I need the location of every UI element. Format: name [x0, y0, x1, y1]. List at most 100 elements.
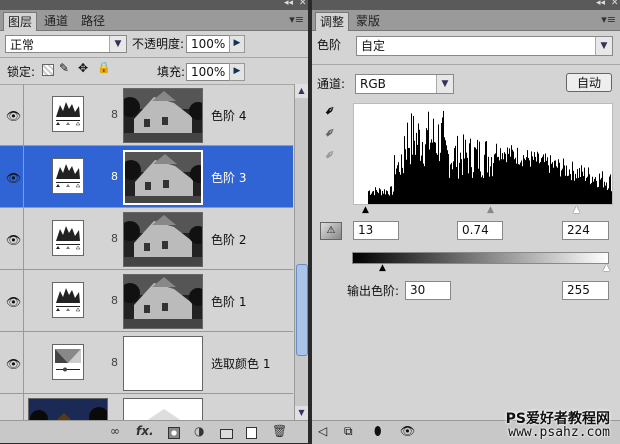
input-white-field[interactable]: 224: [562, 221, 609, 240]
chain-link-icon[interactable]: 8: [111, 356, 118, 369]
fill-slider-button[interactable]: ▶: [229, 63, 245, 81]
layers-tabs: 图层 通道 路径 ▾≡: [0, 10, 308, 31]
folder-icon[interactable]: [220, 429, 233, 439]
opacity-label: 不透明度:: [132, 37, 185, 51]
channel-select[interactable]: RGB ▼: [355, 74, 454, 94]
input-white-slider-icon[interactable]: ▲: [573, 205, 580, 215]
panel-menu-icon[interactable]: ▾≡: [289, 13, 304, 26]
levels-adjustment-icon: [52, 282, 84, 318]
layer-row[interactable]: 👁 8 选取颜色 1: [0, 332, 293, 394]
fx-icon[interactable]: fx.: [136, 424, 154, 438]
close-icon[interactable]: ✕: [299, 0, 307, 8]
lock-position-icon[interactable]: ✥: [78, 61, 88, 75]
selective-color-icon: [52, 344, 84, 380]
layer-name: 色阶 1: [211, 295, 247, 309]
back-arrow-icon[interactable]: ◁: [318, 424, 327, 438]
layer-name: 色阶 4: [211, 109, 247, 123]
opacity-field[interactable]: 100%: [186, 35, 230, 53]
tab-paths[interactable]: 路径: [77, 12, 109, 30]
tab-channels[interactable]: 通道: [40, 12, 72, 30]
eye-icon[interactable]: 👁: [6, 295, 21, 309]
new-layer-icon[interactable]: [246, 427, 257, 439]
input-gamma-slider-icon[interactable]: ▲: [487, 205, 494, 215]
visibility-toggle[interactable]: 👁: [0, 208, 24, 269]
levels-adjustment-icon: [52, 220, 84, 256]
layer-row[interactable]: 👁 8 色阶 3: [0, 146, 293, 208]
tab-masks[interactable]: 蒙版: [352, 12, 384, 30]
visibility-toggle[interactable]: 👁: [0, 270, 24, 331]
preset-select[interactable]: 自定 ▼: [356, 36, 613, 56]
adjustment-title: 色阶: [317, 38, 342, 52]
trash-icon[interactable]: 🗑: [272, 424, 287, 438]
adjustments-tabs: 调整 蒙版 ▾≡: [312, 10, 620, 31]
clip-to-layer-icon[interactable]: ⧉: [344, 424, 353, 439]
scroll-thumb[interactable]: [296, 264, 308, 356]
toggle-visibility-icon[interactable]: ⬮: [374, 424, 382, 439]
watermark-url: www.psahz.com: [508, 425, 610, 440]
clipping-warning-icon[interactable]: ⚠: [320, 222, 342, 240]
eye-icon[interactable]: 👁: [400, 424, 415, 438]
chain-link-icon[interactable]: 8: [111, 232, 118, 245]
input-black-field[interactable]: 13: [353, 221, 399, 240]
layer-row[interactable]: 👁 8 色阶 1: [0, 270, 293, 332]
layer-row[interactable]: 👁 8 色阶 4: [0, 84, 293, 146]
output-gradient-bar: [352, 252, 609, 264]
layers-scrollbar[interactable]: ▲ ▼: [294, 84, 308, 420]
chevron-down-icon: ▼: [436, 75, 453, 93]
layer-name: 色阶 2: [211, 233, 247, 247]
collapse-icon[interactable]: ◂◂: [596, 0, 605, 8]
chain-link-icon[interactable]: 8: [111, 108, 118, 121]
fill-label: 填充:: [157, 65, 186, 79]
tab-adjustments[interactable]: 调整: [315, 12, 350, 31]
visibility-toggle[interactable]: 👁: [0, 332, 24, 393]
lock-transparency-icon[interactable]: [42, 64, 54, 76]
auto-button[interactable]: 自动: [566, 73, 612, 92]
divider: [0, 57, 308, 58]
layers-bottom-bar: ∞ fx. ◑ 🗑: [0, 420, 308, 443]
blend-mode-value: 正常: [10, 38, 35, 52]
layer-mask-thumbnail: [123, 274, 203, 329]
close-icon[interactable]: ✕: [611, 0, 619, 8]
blend-mode-select[interactable]: 正常 ▼: [5, 35, 127, 53]
output-white-slider-icon[interactable]: ▲: [603, 263, 610, 273]
histogram: [353, 103, 613, 205]
white-mask-thumbnail: [123, 336, 203, 391]
opacity-slider-button[interactable]: ▶: [229, 35, 245, 53]
eye-icon[interactable]: 👁: [6, 233, 21, 247]
eye-icon[interactable]: 👁: [6, 357, 21, 371]
visibility-toggle[interactable]: 👁: [0, 146, 24, 207]
layer-mask-thumbnail: [123, 150, 203, 205]
layer-row[interactable]: 👁 8 色阶 2: [0, 208, 293, 270]
chain-link-icon[interactable]: 8: [111, 294, 118, 307]
lock-all-icon[interactable]: 🔒: [97, 61, 111, 74]
fill-field[interactable]: 100%: [186, 63, 230, 81]
chain-link-icon[interactable]: 8: [111, 170, 118, 183]
collapse-icon[interactable]: ◂◂: [284, 0, 293, 8]
lock-label: 锁定:: [7, 65, 36, 79]
panel-menu-icon[interactable]: ▾≡: [601, 13, 616, 26]
input-black-slider-icon[interactable]: ▲: [362, 205, 369, 215]
chevron-down-icon: ▼: [595, 37, 612, 55]
scroll-up-icon[interactable]: ▲: [295, 84, 308, 98]
levels-adjustment-icon: [52, 158, 84, 194]
output-levels-label: 输出色阶:: [347, 284, 400, 298]
link-icon[interactable]: ∞: [110, 424, 120, 438]
mask-icon[interactable]: [168, 427, 180, 439]
lock-pixels-icon[interactable]: ✎: [59, 61, 69, 75]
adjustment-icon[interactable]: ◑: [194, 424, 204, 438]
levels-adjustment-icon: [52, 96, 84, 132]
output-black-slider-icon[interactable]: ▲: [379, 263, 386, 273]
output-white-field[interactable]: 255: [562, 281, 609, 300]
input-gamma-field[interactable]: 0.74: [457, 221, 503, 240]
panel-titlebar: ◂◂ ✕: [312, 0, 620, 10]
output-black-field[interactable]: 30: [405, 281, 451, 300]
layers-panel: ◂◂ ✕ 图层 通道 路径 ▾≡ 正常 ▼ 不透明度: 100% ▶ 锁定: ✎…: [0, 0, 308, 443]
layer-mask-thumbnail: [123, 88, 203, 143]
tab-layers[interactable]: 图层: [3, 12, 38, 31]
eye-icon[interactable]: 👁: [6, 109, 21, 123]
preset-value: 自定: [361, 39, 386, 53]
eye-icon[interactable]: 👁: [6, 171, 21, 185]
visibility-toggle[interactable]: 👁: [0, 84, 24, 145]
scroll-down-icon[interactable]: ▼: [295, 406, 308, 420]
chevron-down-icon: ▼: [109, 36, 126, 52]
